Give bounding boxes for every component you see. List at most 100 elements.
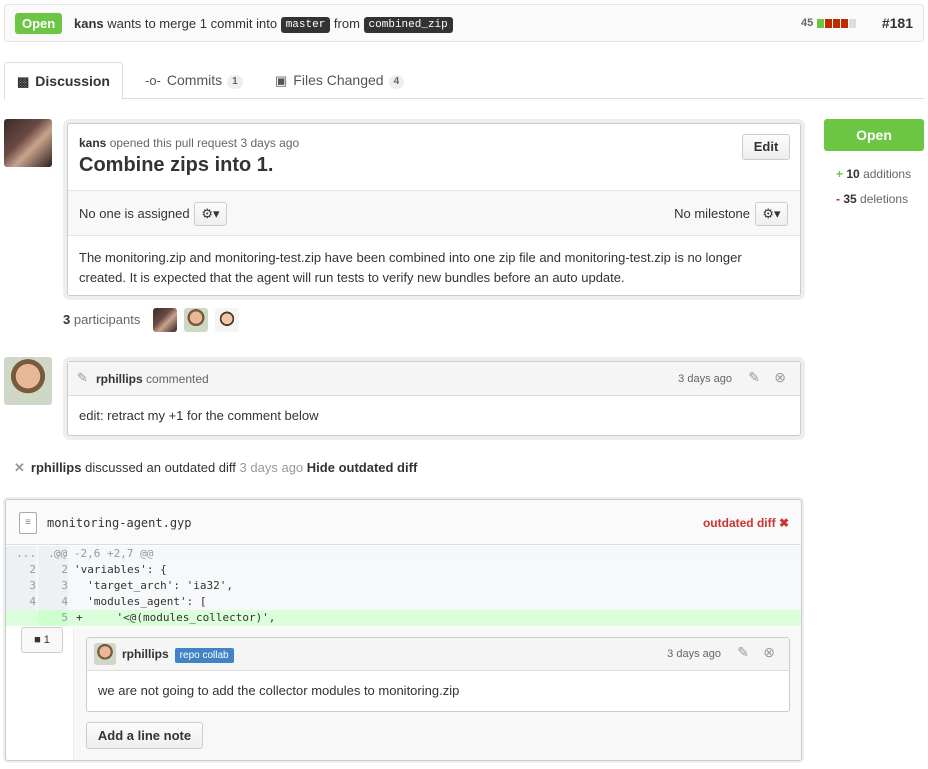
merge-summary: kans wants to merge 1 commit into master…	[74, 16, 453, 34]
state-open-button[interactable]: Open	[824, 119, 924, 151]
event-time[interactable]: 3 days ago	[240, 460, 304, 475]
participants-count: 3	[63, 312, 71, 327]
plus-icon: +	[836, 167, 844, 181]
line-number[interactable]: 3	[38, 578, 68, 594]
diff-code: @@ -2,6 +2,7 @@	[54, 547, 154, 560]
diffstat-block-del	[833, 18, 841, 28]
milestone-text: No milestone	[674, 206, 750, 221]
tab-files-changed[interactable]: ▣ Files Changed 4	[275, 62, 405, 99]
note-count: 1	[43, 634, 50, 646]
assignee-gear-button[interactable]: ⚙▾	[194, 202, 227, 226]
author-link[interactable]: rphillips	[122, 647, 169, 661]
line-note-count[interactable]: ■ 1	[21, 627, 63, 653]
note-body: we are not going to add the collector mo…	[98, 683, 460, 698]
opened-meta: kans opened this pull request 3 days ago	[79, 136, 299, 150]
comment-box: ✎ rphillips commented 3 days ago ✎ ⊗ edi…	[67, 361, 801, 436]
from-text: from	[333, 16, 360, 31]
pr-tabs: ▩ Discussion -o- Commits 1 ▣ Files Changed 4	[4, 62, 924, 100]
comment-action: commented	[146, 372, 209, 386]
gear-icon: ⚙▾	[201, 206, 220, 221]
base-branch[interactable]: master	[280, 17, 331, 33]
author-link[interactable]: rphillips	[96, 372, 143, 386]
tab-commits[interactable]: -o- Commits 1	[145, 62, 243, 99]
diff-hunk-line: ... ... @@ -2,6 +2,7 @@	[6, 546, 801, 562]
line-note-area: rphillips repo collab 3 days ago ✎ ⊗ we a…	[73, 627, 801, 760]
pr-body: The monitoring.zip and monitoring-test.z…	[79, 250, 742, 285]
diff-code: 'modules_agent': [	[74, 595, 207, 608]
file-name[interactable]: monitoring-agent.gyp	[47, 516, 192, 530]
outdated-diff-label[interactable]: outdated diff ✖	[703, 516, 789, 530]
line-number[interactable]: 2	[6, 562, 36, 578]
diffstat-block-del	[841, 18, 849, 28]
participant-avatar[interactable]	[215, 308, 239, 332]
line-number[interactable]: 5	[38, 610, 68, 626]
author-link[interactable]: kans	[74, 16, 104, 31]
hide-outdated-diff-link[interactable]: Hide outdated diff	[307, 460, 418, 475]
comment-header: ✎ rphillips commented 3 days ago ✎ ⊗	[68, 362, 800, 396]
deletions-stat: - 35 deletions	[836, 192, 908, 206]
line-note-header: rphillips repo collab 3 days ago ✎ ⊗	[87, 638, 789, 671]
author-link[interactable]: kans	[79, 136, 106, 150]
close-icon[interactable]: ⊗	[763, 644, 775, 661]
milestone-gear-button[interactable]: ⚙▾	[755, 202, 788, 226]
comment-body: edit: retract my +1 for the comment belo…	[79, 408, 319, 423]
diffstat[interactable]: 45	[801, 17, 857, 29]
author-link[interactable]: rphillips	[31, 460, 82, 475]
outdated-label-text: outdated diff	[702, 516, 776, 530]
line-number[interactable]: 4	[38, 594, 68, 610]
note-time[interactable]: 3 days ago	[667, 648, 721, 660]
commit-icon: -o-	[145, 73, 161, 88]
tab-counter: 4	[388, 75, 405, 89]
diff-context-line: 2 2 'variables': {	[6, 562, 801, 578]
line-number[interactable]: 2	[38, 562, 68, 578]
edit-button[interactable]: Edit	[742, 134, 790, 160]
pr-title: Combine zips into 1.	[79, 154, 274, 176]
participant-avatar[interactable]	[184, 308, 208, 332]
diff-context-line: 4 4 'modules_agent': [	[6, 594, 801, 610]
file-header: ≡ monitoring-agent.gyp outdated diff ✖	[6, 500, 801, 545]
line-number: ...	[6, 546, 36, 562]
avatar[interactable]	[4, 119, 52, 167]
tab-label: Commits	[166, 72, 223, 88]
pr-number: #181	[881, 15, 913, 31]
close-icon: ✕	[14, 460, 25, 475]
participants-label: participants	[73, 312, 141, 327]
head-branch[interactable]: combined_zip	[363, 17, 453, 33]
additions-label: additions	[863, 167, 912, 181]
note-author-line: rphillips repo collab	[122, 647, 234, 663]
tab-label: Files Changed	[293, 72, 384, 88]
event-text: discussed an outdated diff	[85, 460, 236, 475]
diff-addition-line: 5 + '<@(modules_collector)',	[6, 610, 801, 626]
additions-count: 10	[846, 167, 860, 181]
merge-text: wants to merge 1 commit into	[107, 16, 278, 31]
pull-request-header: Open kans wants to merge 1 commit into m…	[4, 4, 924, 42]
diff-code: 'variables': {	[74, 563, 167, 576]
participant-avatar[interactable]	[153, 308, 177, 332]
add-line-note-button[interactable]: Add a line note	[86, 722, 203, 749]
line-note: rphillips repo collab 3 days ago ✎ ⊗ we a…	[86, 637, 790, 712]
pencil-icon[interactable]: ✎	[737, 644, 749, 661]
diff-file-icon: ▣	[275, 73, 288, 88]
comment-author-line: rphillips commented	[96, 372, 209, 386]
pencil-icon[interactable]: ✎	[748, 369, 760, 386]
line-number[interactable]: 4	[6, 594, 36, 610]
avatar[interactable]	[94, 643, 116, 665]
discussion-icon: ▩	[17, 74, 30, 89]
file-icon: ≡	[19, 512, 37, 534]
repo-collab-badge: repo collab	[174, 648, 234, 663]
deletions-count: 35	[843, 192, 857, 206]
comment-icon: ■	[34, 634, 41, 646]
diffstat-block-add	[817, 18, 825, 28]
close-icon[interactable]: ⊗	[774, 369, 786, 386]
avatar[interactable]	[4, 357, 52, 405]
comment-icon: ✎	[77, 370, 88, 385]
deletions-label: deletions	[860, 192, 909, 206]
diff-context-line: 3 3 'target_arch': 'ia32',	[6, 578, 801, 594]
pr-description-box: kans opened this pull request 3 days ago…	[67, 123, 801, 296]
line-number[interactable]: 3	[6, 578, 36, 594]
comment-time[interactable]: 3 days ago	[678, 373, 732, 385]
diffstat-block-del	[825, 18, 833, 28]
outdated-diff-event: ✕ rphillips discussed an outdated diff 3 …	[14, 460, 417, 476]
opened-text: opened this pull request 3 days ago	[109, 136, 300, 150]
tab-discussion[interactable]: ▩ Discussion	[4, 62, 123, 100]
